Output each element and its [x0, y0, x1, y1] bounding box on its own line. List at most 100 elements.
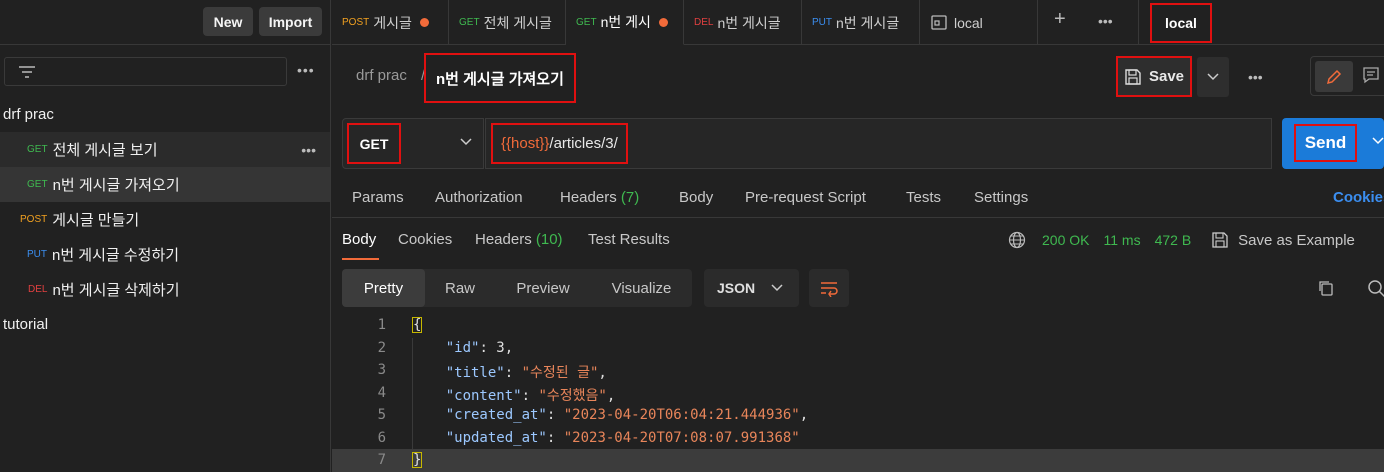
save-icon: [1125, 68, 1141, 85]
response-status: 200 OK 11 ms 472 B Save as Example: [1008, 231, 1355, 249]
response-time[interactable]: 11 ms: [1103, 232, 1140, 248]
view-preview[interactable]: Preview: [495, 269, 591, 307]
copy-icon[interactable]: [1317, 279, 1335, 297]
wrap-icon: [821, 282, 838, 297]
cookies-link[interactable]: Cookies: [1333, 189, 1384, 206]
environment-icon: [931, 14, 947, 30]
save-options-button[interactable]: [1197, 57, 1229, 97]
request-title[interactable]: n번 게시글 가져오기: [424, 53, 576, 103]
tab-label: local: [954, 14, 983, 31]
tab-delete[interactable]: DEL n번 게시글: [684, 0, 802, 45]
tab-headers-label: Headers: [475, 231, 532, 248]
tab-label: n번 게시글: [836, 14, 900, 31]
url-bar: GET {{host}}/articles/3/ Send: [342, 118, 1384, 169]
tab-response-headers[interactable]: Headers (10): [475, 231, 563, 248]
breadcrumb-collection[interactable]: drf prac: [356, 67, 407, 84]
tab-settings[interactable]: Settings: [974, 189, 1028, 206]
save-as-example-button[interactable]: Save as Example: [1238, 232, 1355, 249]
tab-body[interactable]: Body: [679, 189, 713, 206]
chevron-down-icon[interactable]: [1372, 137, 1384, 145]
tab-authorization[interactable]: Authorization: [435, 189, 523, 206]
send-button[interactable]: Send: [1282, 118, 1384, 169]
sidebar-item-label: 전체 게시글 보기: [52, 142, 158, 159]
sidebar-more-icon[interactable]: •••: [297, 62, 315, 78]
new-tab-icon[interactable]: +: [1054, 8, 1066, 31]
unsaved-dot-icon: [419, 18, 429, 27]
tab-post[interactable]: POST 게시글: [332, 0, 449, 45]
request-more-icon[interactable]: •••: [1248, 69, 1263, 85]
tabs-more-icon[interactable]: •••: [1098, 13, 1113, 29]
filter-icon: [19, 66, 35, 78]
method-badge: DEL: [694, 17, 714, 28]
code-line: 1 {: [332, 314, 1384, 337]
search-icon[interactable]: [1367, 279, 1384, 299]
environment-selector[interactable]: local: [1150, 3, 1212, 43]
code-line: 6 "updated_at": "2023-04-20T07:08:07.991…: [332, 427, 1384, 450]
line-number: 7: [377, 452, 386, 468]
url-input[interactable]: {{host}}/articles/3/: [485, 118, 1272, 169]
method-badge: GET: [27, 144, 48, 155]
json-key: "content": [445, 387, 522, 404]
tab-get-all[interactable]: GET 전체 게시글: [449, 0, 566, 45]
code-text: "id": 3,: [445, 339, 514, 356]
method-badge: GET: [27, 179, 48, 190]
view-raw[interactable]: Raw: [425, 269, 495, 307]
sidebar-item-label: n번 게시글 삭제하기: [52, 282, 180, 299]
view-pretty[interactable]: Pretty: [342, 269, 425, 307]
new-button[interactable]: New: [203, 7, 253, 36]
tab-tests[interactable]: Tests: [906, 189, 941, 206]
tab-pre-request-script[interactable]: Pre-request Script: [745, 189, 866, 206]
wrap-lines-button[interactable]: [809, 269, 849, 307]
line-number: 6: [377, 429, 386, 446]
comment-icon: [1363, 67, 1379, 84]
code-line: 2 "id": 3,: [332, 337, 1384, 360]
request-header: drf prac / n번 게시글 가져오기 Save •••: [332, 46, 1384, 108]
response-size[interactable]: 472 B: [1155, 232, 1192, 248]
status-code[interactable]: 200 OK: [1042, 232, 1089, 248]
code-text: {: [412, 317, 423, 333]
tab-get-one[interactable]: GET n번 게시: [566, 0, 684, 45]
language-value: JSON: [717, 280, 756, 296]
method-value: GET: [347, 123, 401, 164]
tab-params[interactable]: Params: [352, 189, 404, 206]
sidebar-item-delete[interactable]: DEL n번 게시글 삭제하기: [0, 272, 330, 307]
sidebar-item-get-all[interactable]: GET 전체 게시글 보기 •••: [0, 132, 330, 167]
collection-label: tutorial: [3, 316, 49, 333]
import-button[interactable]: Import: [259, 7, 322, 36]
url-variable: {{host}}: [501, 135, 550, 152]
collection-drf-prac[interactable]: drf prac: [0, 97, 330, 132]
collection-tutorial[interactable]: tutorial: [0, 307, 330, 342]
globe-icon[interactable]: [1008, 231, 1026, 249]
tab-label: 전체 게시글: [483, 14, 552, 31]
language-select[interactable]: JSON: [704, 269, 799, 307]
sidebar-item-get-one[interactable]: GET n번 게시글 가져오기: [0, 167, 330, 202]
comments-button[interactable]: [1361, 65, 1381, 88]
tab-test-results[interactable]: Test Results: [588, 231, 670, 248]
code-text: "updated_at": "2023-04-20T07:08:07.99136…: [445, 429, 800, 446]
method-badge: PUT: [812, 17, 832, 28]
sidebar-item-put[interactable]: PUT n번 게시글 수정하기: [0, 237, 330, 272]
line-number: 3: [377, 362, 386, 378]
code-line: 3 "title": "수정된 글",: [332, 359, 1384, 382]
tab-put[interactable]: PUT n번 게시글: [802, 0, 920, 45]
filter-input[interactable]: [4, 57, 287, 86]
tab-environment-local[interactable]: local: [920, 0, 1038, 45]
tab-response-body[interactable]: Body: [342, 231, 376, 248]
code-text: "created_at": "2023-04-20T06:04:21.44493…: [445, 407, 809, 423]
line-number: 2: [377, 339, 386, 356]
code-text: "title": "수정된 글",: [445, 365, 607, 381]
tab-response-cookies[interactable]: Cookies: [398, 231, 452, 248]
method-badge: GET: [576, 16, 597, 28]
save-button[interactable]: Save: [1116, 56, 1192, 97]
view-mode-segment: Pretty Raw Preview Visualize: [342, 269, 692, 307]
tab-headers[interactable]: Headers (7): [560, 189, 639, 206]
response-body-viewer[interactable]: 1 { 2 "id": 3, 3 "title": "수정된 글", 4 "co…: [332, 314, 1384, 472]
edit-button[interactable]: [1315, 61, 1353, 92]
brace-open: {: [412, 317, 423, 333]
view-visualize[interactable]: Visualize: [591, 269, 692, 307]
item-more-icon[interactable]: •••: [301, 142, 316, 158]
brace-close: }: [412, 452, 423, 468]
method-select[interactable]: GET: [342, 118, 484, 169]
sidebar: New Import ••• drf prac GET 전체 게시글 보기 ••…: [0, 0, 331, 472]
sidebar-item-post[interactable]: POST 게시글 만들기: [0, 202, 330, 237]
